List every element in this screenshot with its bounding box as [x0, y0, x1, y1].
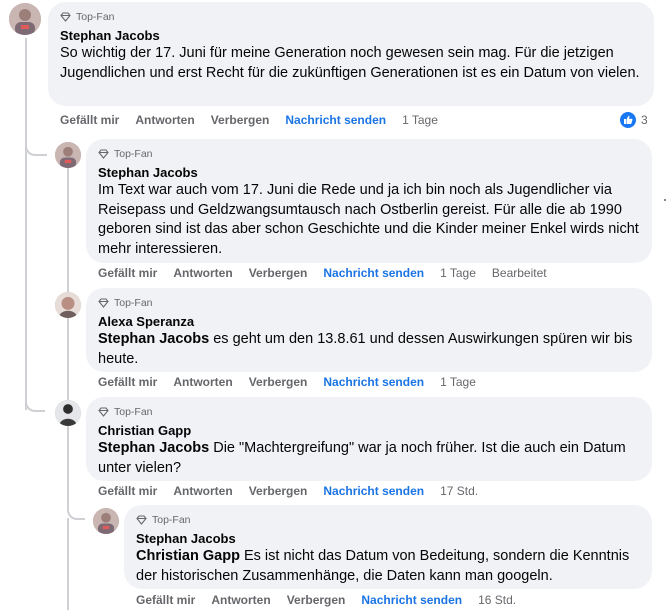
like-button[interactable]: Gefällt mir [136, 593, 195, 607]
diamond-icon [98, 149, 109, 159]
diamond-icon [136, 515, 147, 525]
hide-button[interactable]: Verbergen [287, 593, 346, 607]
top-fan-badge: Top-Fan [98, 146, 640, 162]
comment-actions: Gefällt mir Antworten Verbergen Nachrich… [60, 113, 454, 127]
top-fan-badge: Top-Fan [98, 295, 640, 311]
avatar[interactable] [55, 142, 81, 168]
timestamp[interactable]: 17 Std. [440, 484, 478, 498]
hide-button[interactable]: Verbergen [249, 266, 308, 280]
comment-author[interactable]: Stephan Jacobs [98, 165, 640, 181]
mention-link[interactable]: Stephan Jacobs [98, 440, 209, 456]
comment-actions: Gefällt mir Antworten Verbergen Nachrich… [98, 484, 494, 498]
reaction-summary[interactable]: 3 [620, 112, 648, 128]
timestamp[interactable]: 1 Tage [402, 113, 438, 127]
reply-button[interactable]: Antworten [173, 375, 232, 389]
badge-label: Top-Fan [76, 11, 115, 23]
send-message-button[interactable]: Nachricht senden [361, 593, 462, 607]
thread-connector [25, 390, 45, 412]
comment-bubble: Top-Fan Stephan Jacobs So wichtig der 17… [48, 2, 654, 106]
timestamp[interactable]: 16 Std. [478, 593, 516, 607]
comment-text: Christian Gapp Es ist nicht das Datum vo… [136, 547, 640, 586]
comment-actions: Gefällt mir Antworten Verbergen Nachrich… [136, 593, 532, 607]
reaction-count: 3 [641, 113, 648, 127]
comment-bubble: Top-Fan Stephan Jacobs Im Text war auch … [86, 139, 652, 263]
diamond-icon [98, 298, 109, 308]
comment-author[interactable]: Stephan Jacobs [60, 28, 642, 44]
send-message-button[interactable]: Nachricht senden [285, 113, 386, 127]
overflow-dot [664, 199, 666, 201]
thread-line [25, 38, 27, 410]
comment-text: Stephan Jacobs es geht um den 13.8.61 un… [98, 330, 640, 369]
diamond-icon [98, 407, 109, 417]
comment-text: Im Text war auch vom 17. Juni die Rede u… [98, 182, 639, 257]
reply-button[interactable]: Antworten [173, 484, 232, 498]
badge-label: Top-Fan [152, 514, 191, 526]
like-button[interactable]: Gefällt mir [98, 266, 157, 280]
send-message-button[interactable]: Nachricht senden [323, 266, 424, 280]
diamond-icon [60, 12, 71, 22]
hide-button[interactable]: Verbergen [249, 375, 308, 389]
comment-actions: Gefällt mir Antworten Verbergen Nachrich… [98, 375, 492, 389]
comment-author[interactable]: Stephan Jacobs [136, 531, 640, 547]
top-fan-badge: Top-Fan [98, 404, 640, 420]
mention-link[interactable]: Christian Gapp [136, 548, 240, 564]
thread-connector [67, 498, 85, 520]
thread-connector [25, 130, 47, 156]
comment-bubble: Top-Fan Alexa Speranza Stephan Jacobs es… [86, 288, 652, 372]
avatar[interactable] [9, 3, 41, 35]
avatar[interactable] [55, 292, 81, 318]
comment-author[interactable]: Christian Gapp [98, 423, 640, 439]
badge-label: Top-Fan [114, 148, 153, 160]
like-button[interactable]: Gefällt mir [60, 113, 119, 127]
comment-text: Stephan Jacobs Die "Machtergreifung" war… [98, 439, 640, 478]
like-button[interactable]: Gefällt mir [98, 484, 157, 498]
avatar[interactable] [55, 400, 81, 426]
top-fan-badge: Top-Fan [60, 9, 642, 25]
send-message-button[interactable]: Nachricht senden [323, 375, 424, 389]
hide-button[interactable]: Verbergen [249, 484, 308, 498]
thread-line [67, 168, 69, 503]
thumbs-up-icon [620, 112, 636, 128]
timestamp[interactable]: 1 Tage [440, 375, 476, 389]
timestamp[interactable]: 1 Tage [440, 266, 476, 280]
badge-label: Top-Fan [114, 297, 153, 309]
send-message-button[interactable]: Nachricht senden [323, 484, 424, 498]
comment-actions: Gefällt mir Antworten Verbergen Nachrich… [98, 266, 563, 280]
hide-button[interactable]: Verbergen [211, 113, 270, 127]
top-fan-badge: Top-Fan [136, 512, 640, 528]
reply-button[interactable]: Antworten [211, 593, 270, 607]
like-button[interactable]: Gefällt mir [98, 375, 157, 389]
mention-link[interactable]: Stephan Jacobs [98, 331, 209, 347]
reply-button[interactable]: Antworten [173, 266, 232, 280]
badge-label: Top-Fan [114, 406, 153, 418]
thread-line [67, 518, 69, 610]
comment-bubble: Top-Fan Stephan Jacobs Christian Gapp Es… [124, 505, 652, 589]
avatar[interactable] [93, 508, 119, 534]
reply-button[interactable]: Antworten [135, 113, 194, 127]
edited-label[interactable]: Bearbeitet [492, 266, 547, 280]
comment-author[interactable]: Alexa Speranza [98, 314, 640, 330]
comment-bubble: Top-Fan Christian Gapp Stephan Jacobs Di… [86, 397, 652, 481]
comment-text: So wichtig der 17. Juni für meine Genera… [60, 45, 640, 81]
